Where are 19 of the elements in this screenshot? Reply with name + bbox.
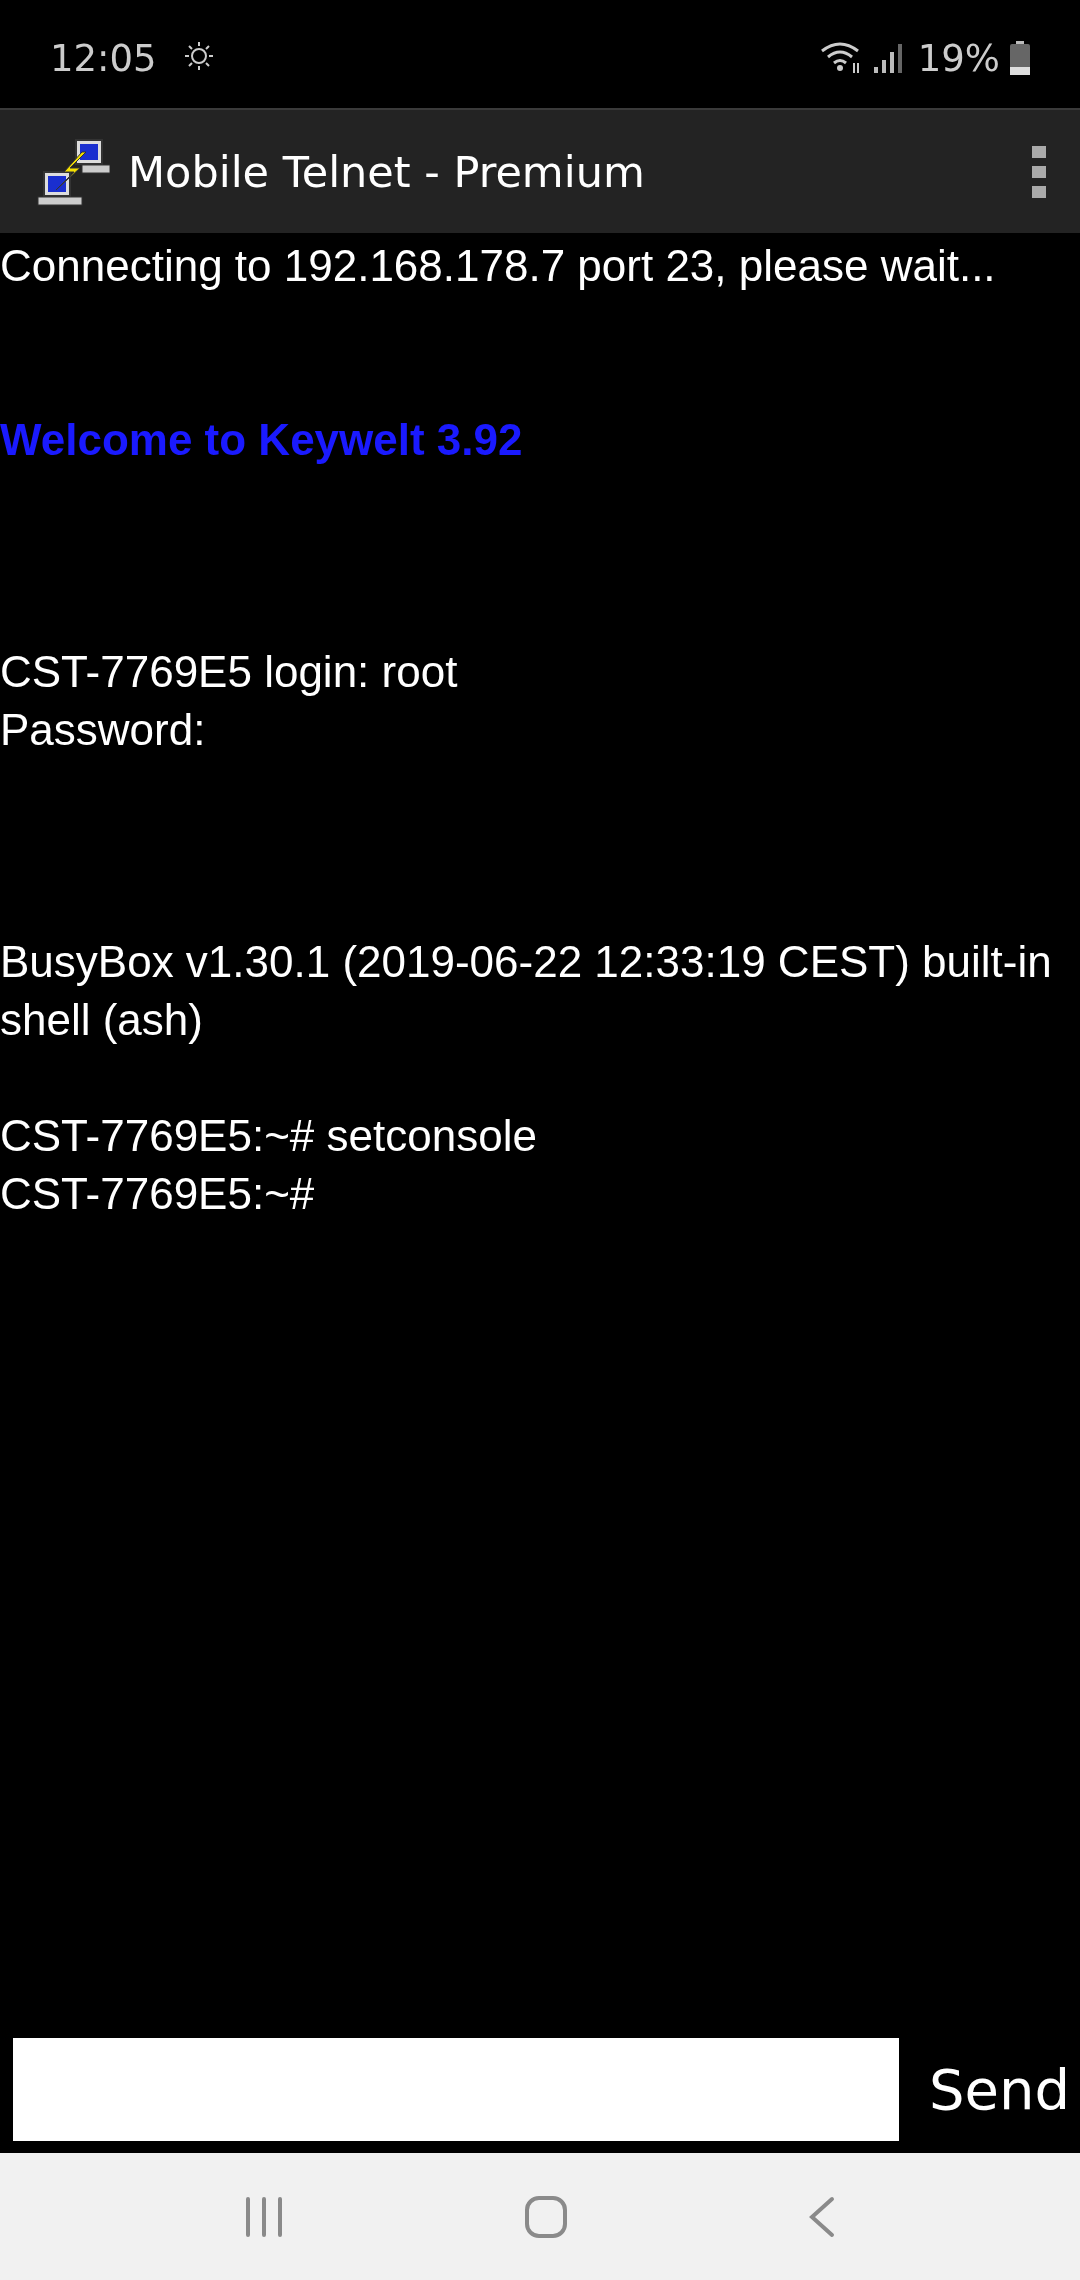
terminal-line: Welcome to Keywelt 3.92 [0, 414, 524, 466]
terminal-line: CST-7769E5:~# setconsole [0, 1110, 538, 1162]
terminal-line: CST-7769E5 login: root [0, 646, 459, 698]
terminal-line: BusyBox v1.30.1 (2019-06-22 12:33:19 CEST) built-in shell (ash) [0, 936, 1053, 1046]
command-input[interactable] [13, 2038, 899, 2141]
menu-icon[interactable] [1032, 145, 1046, 198]
app-title: Mobile Telnet - Premium [128, 146, 645, 197]
signal-icon [873, 41, 904, 75]
terminal-line: CST-7769E5:~# [0, 1168, 316, 1220]
back-icon[interactable] [808, 2195, 836, 2238]
status-time: 12:05 [50, 36, 157, 80]
send-button[interactable]: Send [929, 2057, 1071, 2122]
terminal-line: Connecting to 192.168.178.7 port 23, please wait... [0, 240, 997, 292]
battery-percent: 19% [917, 36, 1000, 80]
recent-apps-icon[interactable] [244, 2195, 284, 2238]
terminal-line: Password: [0, 704, 207, 756]
app-logo-icon [36, 137, 110, 206]
home-icon[interactable] [524, 2194, 568, 2239]
battery-icon [1010, 41, 1030, 75]
